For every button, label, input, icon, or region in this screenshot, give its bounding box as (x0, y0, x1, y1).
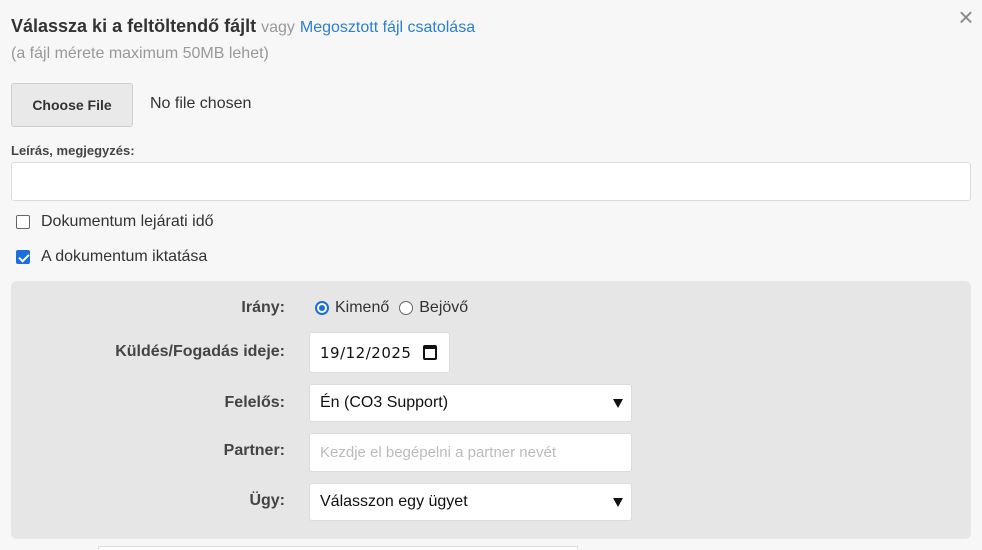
chevron-down-icon (613, 498, 623, 507)
upload-dialog: × Válassza ki a feltöltendő fájlt vagy M… (0, 0, 982, 550)
radio-outgoing[interactable] (315, 301, 329, 315)
date-input[interactable]: 19/12/2025 (309, 332, 450, 373)
register-checkbox-label: A dokumentum iktatása (41, 248, 208, 265)
expiry-checkbox-label: Dokumentum lejárati idő (41, 213, 214, 230)
expiry-checkbox[interactable] (16, 215, 30, 229)
chevron-down-icon (613, 399, 623, 408)
case-select[interactable]: Válasszon egy ügyet (309, 483, 632, 521)
radio-incoming[interactable] (399, 301, 414, 315)
responsible-select[interactable]: Én (CO3 Support) (309, 384, 632, 422)
file-status: No file chosen (150, 95, 252, 112)
partner-placeholder: Kezdje el begépelni a partner nevét (320, 444, 557, 461)
dialog-title: Válassza ki a feltöltendő fájlt vagy Meg… (11, 16, 475, 37)
choose-file-button[interactable]: Choose File (11, 83, 133, 127)
responsible-label: Felelős: (224, 394, 285, 411)
radio-incoming-label: Bejövő (419, 299, 469, 316)
description-label: Leírás, megjegyzés: (11, 143, 135, 158)
next-field-edge (98, 546, 578, 550)
date-label: Küldés/Fogadás ideje: (115, 343, 285, 360)
case-label: Ügy: (249, 492, 285, 509)
responsible-value: Én (CO3 Support) (320, 394, 449, 411)
shared-file-link[interactable]: Megosztott fájl csatolása (300, 19, 475, 36)
description-input[interactable] (11, 162, 971, 201)
close-icon[interactable]: × (954, 4, 978, 30)
direction-label: Irány: (241, 299, 285, 316)
direction-radio-group: Kimenő Bejövő (315, 299, 478, 317)
size-note: (a fájl mérete maximum 50MB lehet) (11, 45, 269, 62)
calendar-icon[interactable] (423, 345, 437, 360)
case-value: Válasszon egy ügyet (320, 493, 468, 510)
date-value: 19/12/2025 (320, 343, 412, 362)
register-checkbox[interactable] (16, 250, 30, 264)
expiry-checkbox-row[interactable]: Dokumentum lejárati idő (16, 213, 214, 231)
partner-label: Partner: (223, 442, 285, 459)
radio-outgoing-label: Kimenő (335, 299, 390, 316)
partner-input[interactable]: Kezdje el begépelni a partner nevét (309, 433, 632, 472)
title-or: vagy (261, 19, 295, 36)
title-main: Válassza ki a feltöltendő fájlt (11, 16, 257, 36)
register-checkbox-row[interactable]: A dokumentum iktatása (16, 248, 207, 266)
